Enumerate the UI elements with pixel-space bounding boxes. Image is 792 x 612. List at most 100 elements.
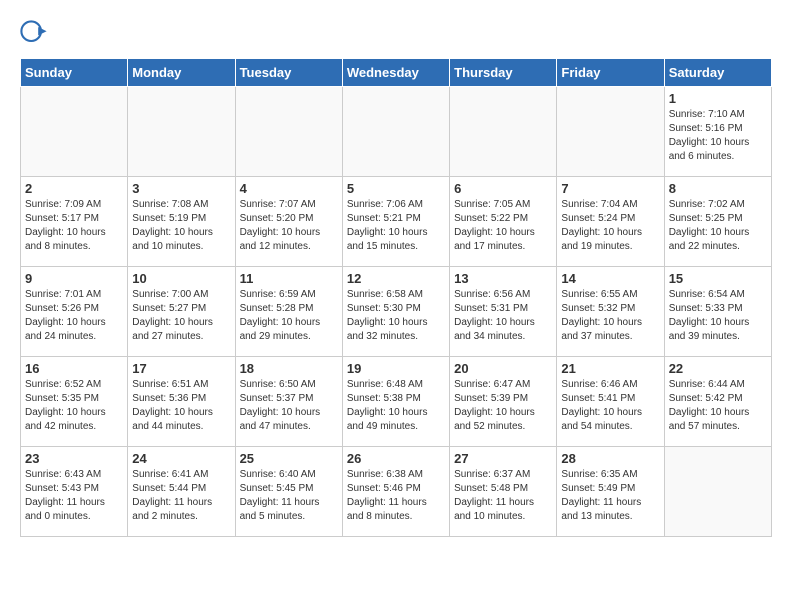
day-number: 11 [240,271,338,286]
calendar-cell: 7 Sunrise: 7:04 AM Sunset: 5:24 PM Daylig… [557,177,664,267]
calendar-cell: 4 Sunrise: 7:07 AM Sunset: 5:20 PM Daylig… [235,177,342,267]
day-number: 3 [132,181,230,196]
day-number: 4 [240,181,338,196]
calendar-cell: 2 Sunrise: 7:09 AM Sunset: 5:17 PM Daylig… [21,177,128,267]
calendar-cell: 12 Sunrise: 6:58 AM Sunset: 5:30 PM Dayli… [342,267,449,357]
calendar-cell: 19 Sunrise: 6:48 AM Sunset: 5:38 PM Dayli… [342,357,449,447]
logo-icon [20,20,48,48]
day-info: Sunrise: 7:08 AM Sunset: 5:19 PM Dayligh… [132,198,230,254]
day-info: Sunrise: 6:56 AM Sunset: 5:31 PM Dayligh… [454,288,552,344]
day-info: Sunrise: 6:50 AM Sunset: 5:37 PM Dayligh… [240,378,338,434]
calendar-cell [557,87,664,177]
calendar-cell: 1 Sunrise: 7:10 AM Sunset: 5:16 PM Daylig… [664,87,771,177]
calendar-cell [664,447,771,537]
calendar-cell [235,87,342,177]
day-number: 14 [561,271,659,286]
day-info: Sunrise: 6:35 AM Sunset: 5:49 PM Dayligh… [561,468,659,524]
day-number: 17 [132,361,230,376]
weekday-header-monday: Monday [128,59,235,87]
calendar-cell [21,87,128,177]
day-number: 26 [347,451,445,466]
calendar-cell: 27 Sunrise: 6:37 AM Sunset: 5:48 PM Dayli… [450,447,557,537]
day-info: Sunrise: 6:52 AM Sunset: 5:35 PM Dayligh… [25,378,123,434]
day-number: 5 [347,181,445,196]
day-number: 19 [347,361,445,376]
calendar-cell: 22 Sunrise: 6:44 AM Sunset: 5:42 PM Dayli… [664,357,771,447]
day-number: 7 [561,181,659,196]
calendar-cell: 17 Sunrise: 6:51 AM Sunset: 5:36 PM Dayli… [128,357,235,447]
day-info: Sunrise: 6:59 AM Sunset: 5:28 PM Dayligh… [240,288,338,344]
day-info: Sunrise: 6:41 AM Sunset: 5:44 PM Dayligh… [132,468,230,524]
calendar-cell: 11 Sunrise: 6:59 AM Sunset: 5:28 PM Dayli… [235,267,342,357]
calendar-cell: 8Sunrise: 7:02 AM Sunset: 5:25 PM Daylig… [664,177,771,267]
calendar-cell: 6 Sunrise: 7:05 AM Sunset: 5:22 PM Daylig… [450,177,557,267]
day-number: 24 [132,451,230,466]
day-info: Sunrise: 7:00 AM Sunset: 5:27 PM Dayligh… [132,288,230,344]
day-number: 2 [25,181,123,196]
day-info: Sunrise: 6:55 AM Sunset: 5:32 PM Dayligh… [561,288,659,344]
day-info: Sunrise: 6:58 AM Sunset: 5:30 PM Dayligh… [347,288,445,344]
calendar-cell: 13 Sunrise: 6:56 AM Sunset: 5:31 PM Dayli… [450,267,557,357]
day-info: Sunrise: 6:54 AM Sunset: 5:33 PM Dayligh… [669,288,767,344]
day-info: Sunrise: 7:07 AM Sunset: 5:20 PM Dayligh… [240,198,338,254]
day-info: Sunrise: 6:46 AM Sunset: 5:41 PM Dayligh… [561,378,659,434]
calendar-cell: 18 Sunrise: 6:50 AM Sunset: 5:37 PM Dayli… [235,357,342,447]
calendar-cell: 5 Sunrise: 7:06 AM Sunset: 5:21 PM Daylig… [342,177,449,267]
day-number: 27 [454,451,552,466]
day-number: 22 [669,361,767,376]
logo [20,20,52,48]
day-number: 25 [240,451,338,466]
day-number: 15 [669,271,767,286]
calendar-cell: 23 Sunrise: 6:43 AM Sunset: 5:43 PM Dayli… [21,447,128,537]
calendar-cell: 3 Sunrise: 7:08 AM Sunset: 5:19 PM Daylig… [128,177,235,267]
calendar-table: SundayMondayTuesdayWednesdayThursdayFrid… [20,58,772,537]
calendar-cell: 10 Sunrise: 7:00 AM Sunset: 5:27 PM Dayli… [128,267,235,357]
calendar-cell: 25 Sunrise: 6:40 AM Sunset: 5:45 PM Dayli… [235,447,342,537]
day-info: Sunrise: 6:47 AM Sunset: 5:39 PM Dayligh… [454,378,552,434]
day-info: Sunrise: 6:43 AM Sunset: 5:43 PM Dayligh… [25,468,123,524]
weekday-header-friday: Friday [557,59,664,87]
day-info: Sunrise: 7:05 AM Sunset: 5:22 PM Dayligh… [454,198,552,254]
weekday-header-wednesday: Wednesday [342,59,449,87]
calendar-cell [128,87,235,177]
day-number: 18 [240,361,338,376]
day-info: Sunrise: 6:51 AM Sunset: 5:36 PM Dayligh… [132,378,230,434]
day-number: 20 [454,361,552,376]
weekday-header-tuesday: Tuesday [235,59,342,87]
calendar-cell [450,87,557,177]
day-number: 6 [454,181,552,196]
calendar-cell: 15 Sunrise: 6:54 AM Sunset: 5:33 PM Dayli… [664,267,771,357]
weekday-header-sunday: Sunday [21,59,128,87]
day-number: 13 [454,271,552,286]
calendar-cell: 20 Sunrise: 6:47 AM Sunset: 5:39 PM Dayli… [450,357,557,447]
day-info: Sunrise: 7:10 AM Sunset: 5:16 PM Dayligh… [669,108,767,164]
calendar-cell: 9 Sunrise: 7:01 AM Sunset: 5:26 PM Daylig… [21,267,128,357]
day-number: 1 [669,91,767,106]
day-info: Sunrise: 7:09 AM Sunset: 5:17 PM Dayligh… [25,198,123,254]
calendar-cell: 24 Sunrise: 6:41 AM Sunset: 5:44 PM Dayli… [128,447,235,537]
day-info: Sunrise: 6:38 AM Sunset: 5:46 PM Dayligh… [347,468,445,524]
day-info: Sunrise: 7:04 AM Sunset: 5:24 PM Dayligh… [561,198,659,254]
day-info: Sunrise: 7:06 AM Sunset: 5:21 PM Dayligh… [347,198,445,254]
header [20,20,772,48]
calendar-cell: 28 Sunrise: 6:35 AM Sunset: 5:49 PM Dayli… [557,447,664,537]
calendar-cell: 21 Sunrise: 6:46 AM Sunset: 5:41 PM Dayli… [557,357,664,447]
day-info: Sunrise: 7:02 AM Sunset: 5:25 PM Dayligh… [669,198,767,254]
day-number: 10 [132,271,230,286]
day-info: Sunrise: 6:40 AM Sunset: 5:45 PM Dayligh… [240,468,338,524]
day-info: Sunrise: 7:01 AM Sunset: 5:26 PM Dayligh… [25,288,123,344]
day-info: Sunrise: 6:48 AM Sunset: 5:38 PM Dayligh… [347,378,445,434]
day-number: 23 [25,451,123,466]
day-number: 16 [25,361,123,376]
calendar-cell: 26 Sunrise: 6:38 AM Sunset: 5:46 PM Dayli… [342,447,449,537]
day-number: 9 [25,271,123,286]
weekday-header-thursday: Thursday [450,59,557,87]
day-number: 28 [561,451,659,466]
calendar-cell: 14 Sunrise: 6:55 AM Sunset: 5:32 PM Dayli… [557,267,664,357]
weekday-header-saturday: Saturday [664,59,771,87]
calendar-cell: 16 Sunrise: 6:52 AM Sunset: 5:35 PM Dayli… [21,357,128,447]
day-number: 21 [561,361,659,376]
day-number: 12 [347,271,445,286]
day-info: Sunrise: 6:37 AM Sunset: 5:48 PM Dayligh… [454,468,552,524]
day-info: Sunrise: 6:44 AM Sunset: 5:42 PM Dayligh… [669,378,767,434]
